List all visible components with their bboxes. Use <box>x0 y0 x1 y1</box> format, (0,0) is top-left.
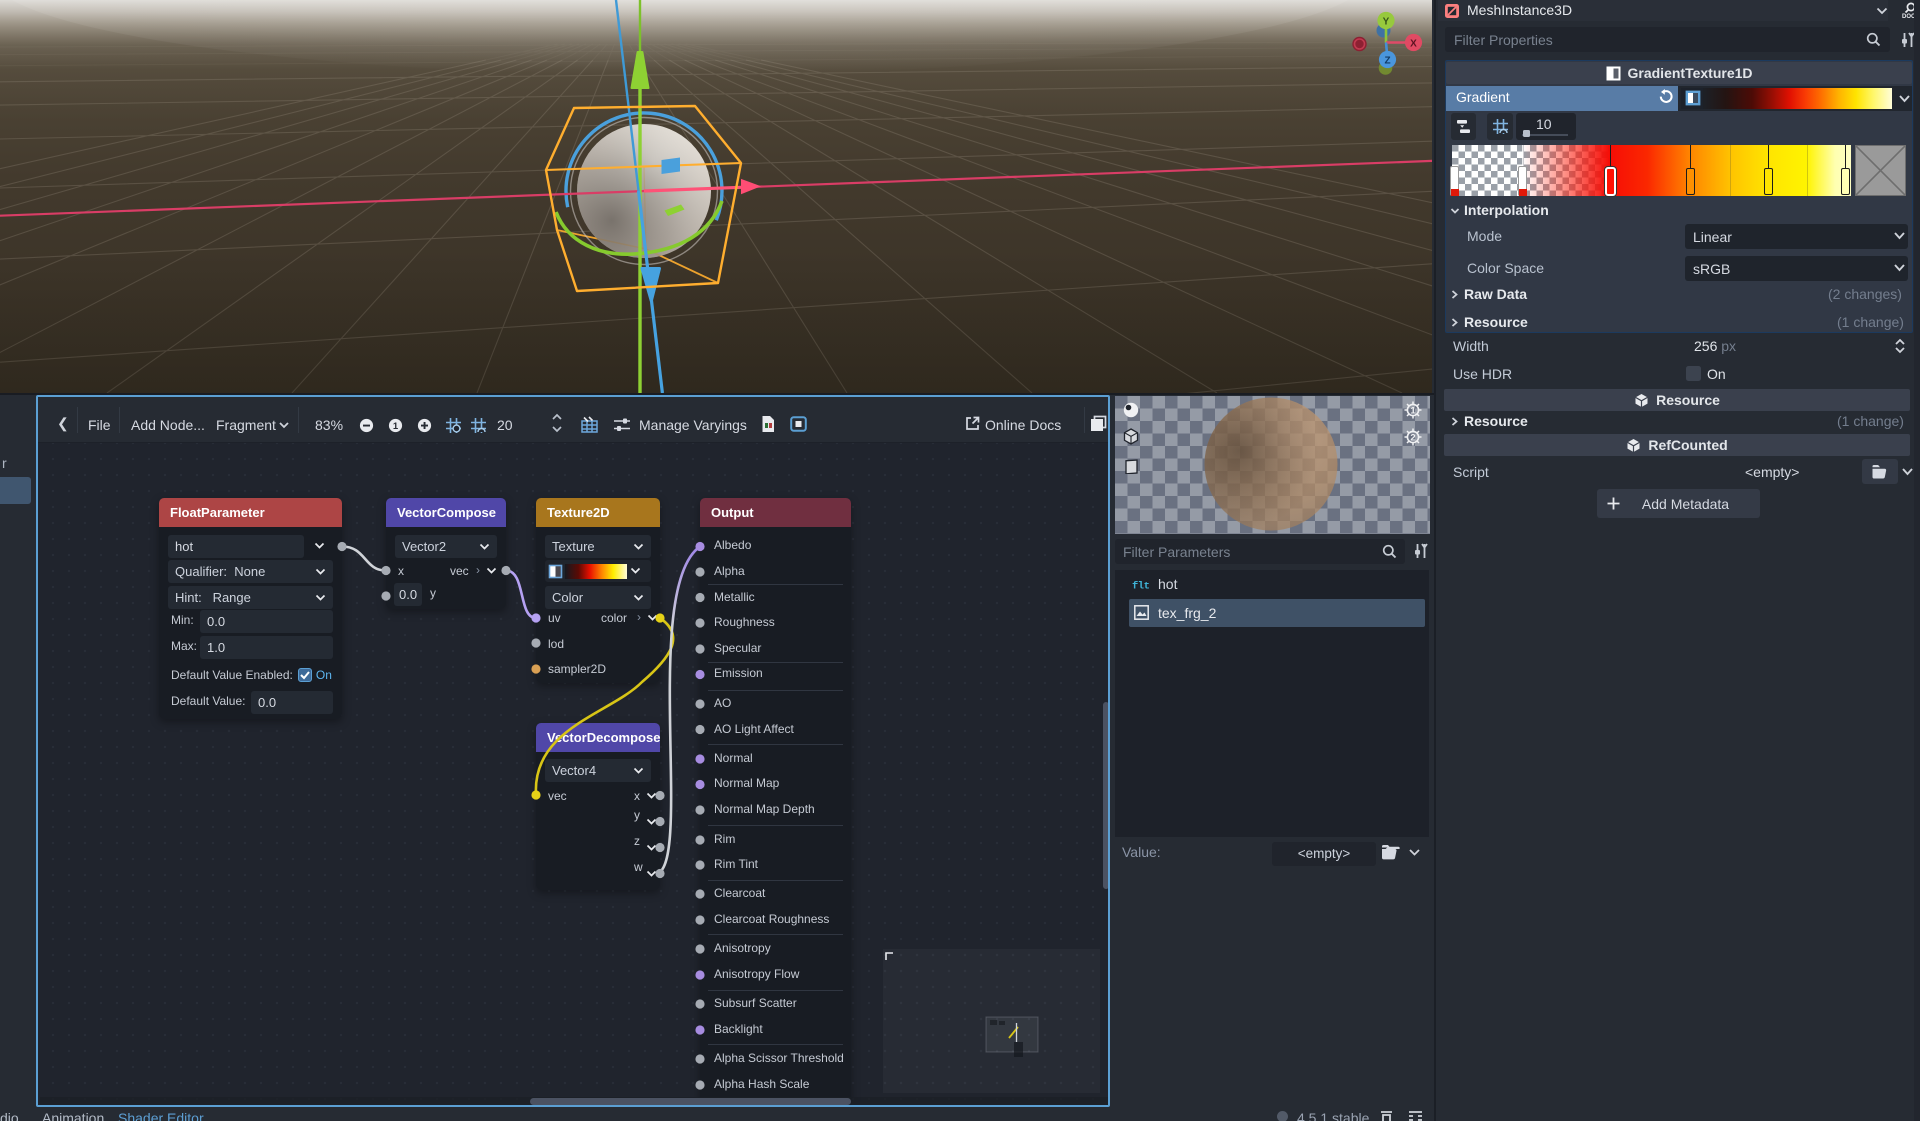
svg-text:1: 1 <box>1410 406 1416 417</box>
svg-text:flt: flt <box>1132 581 1150 592</box>
svg-text:Z: Z <box>1384 55 1390 66</box>
svg-text:Y: Y <box>1383 16 1390 27</box>
svg-text:2: 2 <box>1410 433 1415 444</box>
svg-text:X: X <box>1410 38 1417 49</box>
